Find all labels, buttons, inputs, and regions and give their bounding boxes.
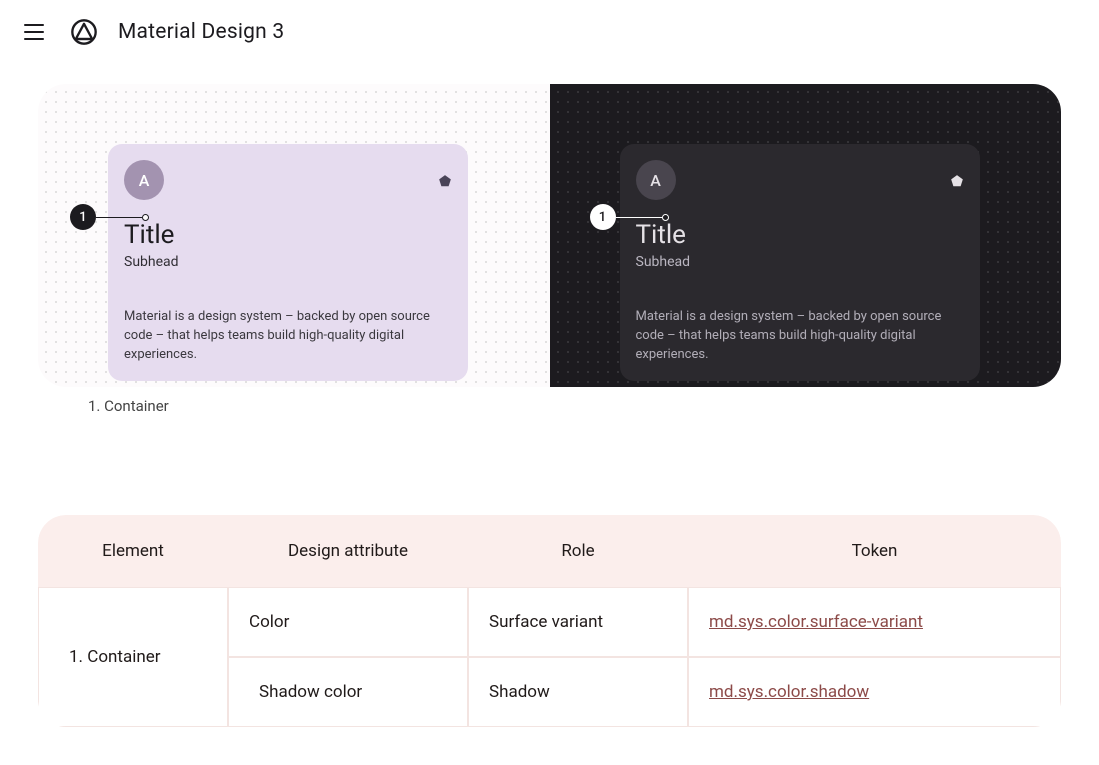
cell-element: 1. Container [38, 587, 228, 727]
brand-title: Material Design 3 [118, 20, 284, 44]
avatar: A [636, 160, 676, 200]
token-link[interactable]: md.sys.color.shadow [709, 682, 869, 702]
brand[interactable]: Material Design 3 [70, 18, 284, 46]
col-header-token: Token [688, 515, 1061, 587]
menu-icon[interactable] [24, 20, 48, 44]
annotation-endpoint [662, 214, 669, 221]
annotation-connector [96, 217, 142, 218]
panel-light: 1 A Title Subhead Material is a design s… [38, 84, 550, 387]
annotation-badge: 1 [70, 204, 96, 230]
pentagon-icon [950, 173, 964, 187]
spec-table: Element Design attribute Role Token 1. C… [38, 515, 1061, 727]
annotation-endpoint [142, 214, 149, 221]
spec-table-region: Element Design attribute Role Token 1. C… [0, 515, 1099, 727]
panel-dark: 1 A Title Subhead Material is a design s… [550, 84, 1062, 387]
example-card-dark: A Title Subhead Material is a design sys… [620, 144, 980, 381]
pentagon-icon [438, 173, 452, 187]
example-figure: 1 A Title Subhead Material is a design s… [38, 84, 1061, 387]
col-header-attribute: Design attribute [228, 515, 468, 587]
avatar: A [124, 160, 164, 200]
col-header-role: Role [468, 515, 688, 587]
annotation-badge: 1 [590, 204, 616, 230]
material-logo-icon [70, 18, 98, 46]
cell-attribute: Color [228, 587, 468, 657]
table-header-row: Element Design attribute Role Token [38, 515, 1061, 587]
table-row: 1. Container Color Surface variant md.sy… [38, 587, 1061, 657]
annotation-connector [616, 217, 662, 218]
example-card-light: A Title Subhead Material is a design sys… [108, 144, 468, 381]
annotation-marker-light: 1 [70, 204, 149, 230]
card-body-text: Material is a design system – backed by … [636, 308, 964, 365]
cell-attribute: Shadow color [228, 657, 468, 727]
cell-role: Surface variant [468, 587, 688, 657]
annotation-marker-dark: 1 [590, 204, 669, 230]
app-header: Material Design 3 [0, 0, 1099, 64]
token-link[interactable]: md.sys.color.surface-variant [709, 612, 923, 632]
card-subhead: Subhead [636, 254, 964, 270]
figure-caption: 1. Container [38, 387, 1061, 415]
card-title: Title [124, 220, 452, 250]
cell-role: Shadow [468, 657, 688, 727]
card-subhead: Subhead [124, 254, 452, 270]
card-body-text: Material is a design system – backed by … [124, 308, 452, 365]
cell-token: md.sys.color.surface-variant [688, 587, 1061, 657]
card-title: Title [636, 220, 964, 250]
figure-region: 1 A Title Subhead Material is a design s… [0, 84, 1099, 415]
col-header-element: Element [38, 515, 228, 587]
cell-token: md.sys.color.shadow [688, 657, 1061, 727]
